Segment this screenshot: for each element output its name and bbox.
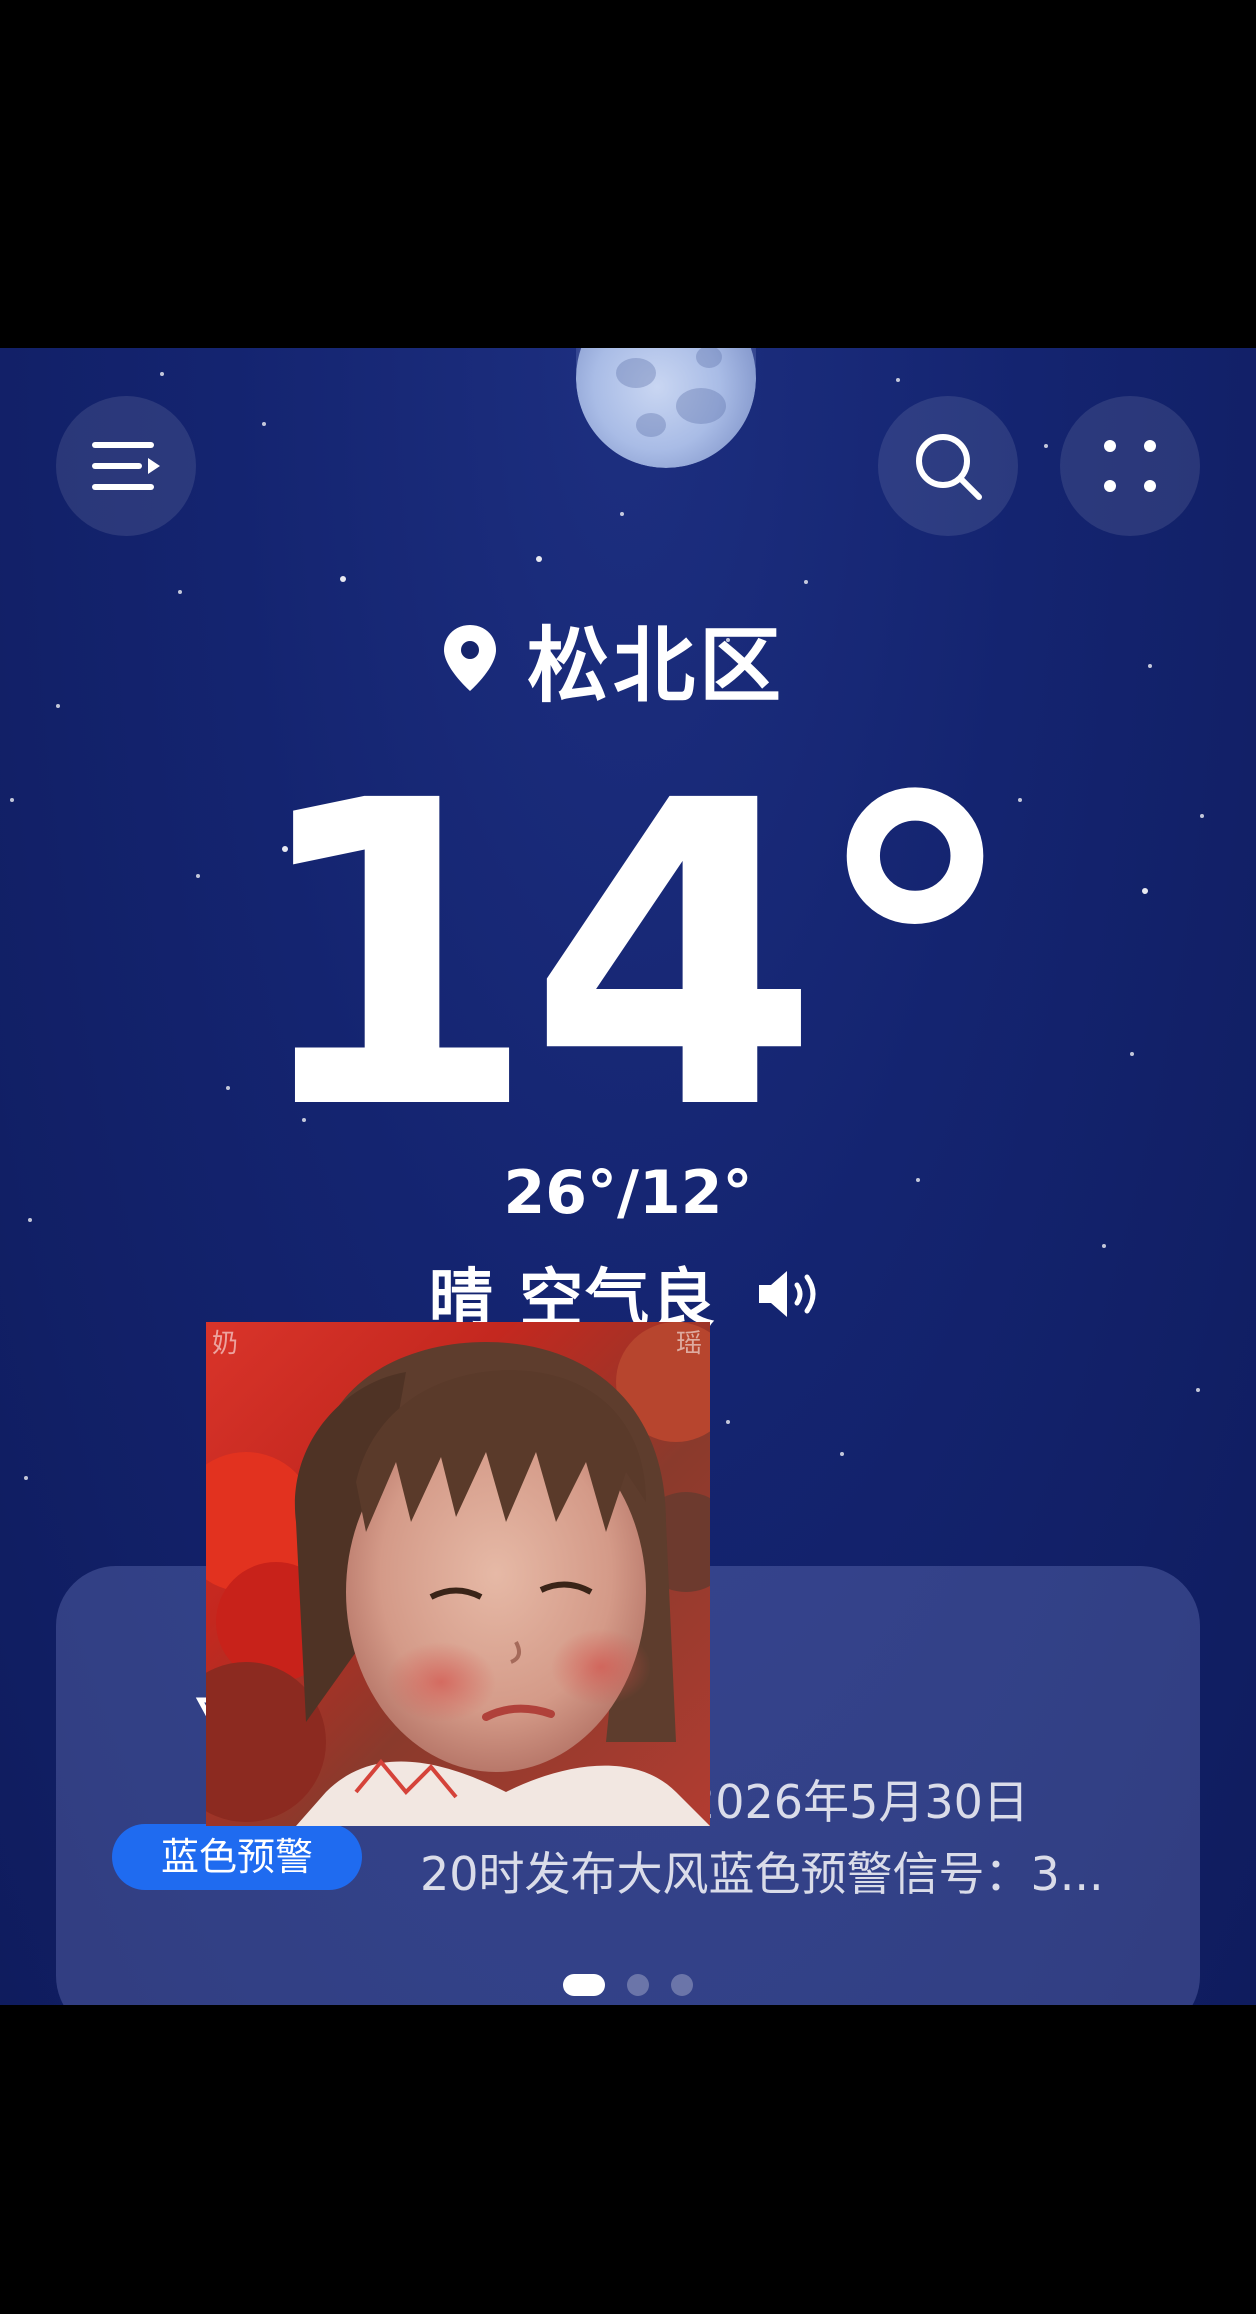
- high-low-temperature: 26°/12°: [503, 1158, 753, 1228]
- menu-button[interactable]: [56, 396, 196, 536]
- star: [804, 580, 808, 584]
- star: [726, 1420, 730, 1424]
- star: [620, 512, 624, 516]
- current-temperature: 14°: [245, 713, 1020, 1202]
- star: [178, 590, 182, 594]
- star: [1044, 444, 1048, 448]
- more-button[interactable]: [1060, 396, 1200, 536]
- star: [24, 1476, 28, 1480]
- page-indicator: [56, 1974, 1200, 1996]
- star: [840, 1452, 844, 1456]
- watermark-right: 瑶: [676, 1329, 702, 1359]
- watermark-left: 奶: [212, 1329, 238, 1359]
- menu-icon: [92, 442, 160, 490]
- star: [262, 422, 266, 426]
- child-portrait-photo: 奶 瑶: [206, 1322, 710, 1826]
- portrait-illustration: 奶 瑶: [206, 1322, 710, 1826]
- star: [160, 372, 164, 376]
- search-icon: [916, 434, 982, 500]
- moon-image: [576, 348, 756, 468]
- speaker-icon[interactable]: [757, 1267, 827, 1321]
- alert-level-badge: 蓝色预警: [112, 1824, 362, 1890]
- star: [1196, 1388, 1200, 1392]
- location-name: 松北区: [526, 618, 785, 714]
- star: [896, 378, 900, 382]
- star: [340, 576, 346, 582]
- location-pin-icon: [443, 625, 496, 691]
- page-dot: [671, 1974, 693, 1996]
- page-dot-active: [563, 1974, 605, 1996]
- location-row[interactable]: 松北区: [0, 608, 1256, 714]
- page-dot: [627, 1974, 649, 1996]
- grid-dots-icon: [1104, 440, 1156, 492]
- star: [536, 556, 542, 562]
- search-button[interactable]: [878, 396, 1018, 536]
- alert-line-2: 20时发布大风蓝色预警信号：3...: [420, 1847, 1104, 1901]
